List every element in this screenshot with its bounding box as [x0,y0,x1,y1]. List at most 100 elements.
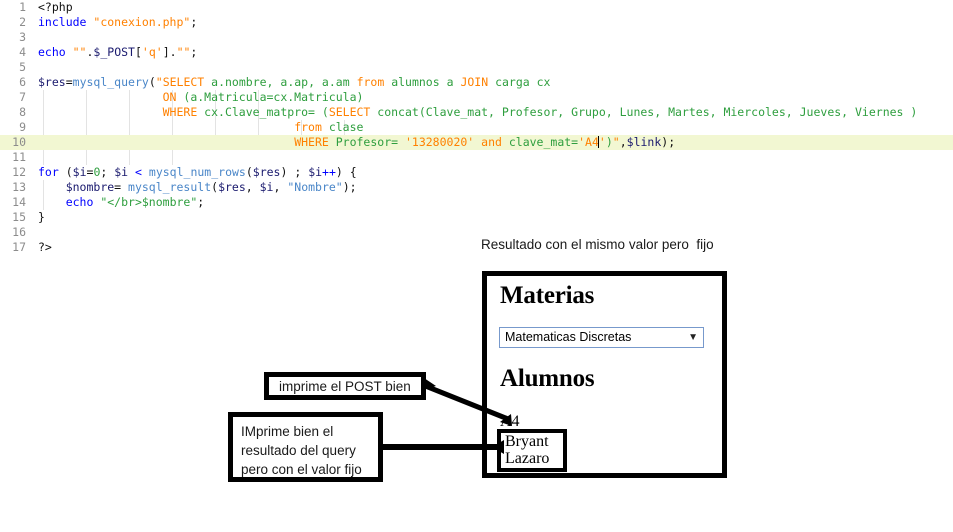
line-number: 1 [19,0,26,14]
line-number: 16 [12,225,26,239]
result-note-label: Resultado con el mismo valor pero fijo [481,237,714,252]
code-line[interactable]: 11 [0,150,953,165]
code-token: ; [100,165,115,179]
code-line[interactable]: 15} [0,210,953,225]
code-line[interactable]: 10 WHERE Profesor= '13280020' and clave_… [0,135,953,150]
code-text[interactable]: WHERE cx.Clave_matpro= (SELECT concat(Cl… [30,105,918,120]
line-number: 15 [12,210,26,224]
code-token: ( [245,165,253,179]
code-token: ) ; [280,165,309,179]
code-token: WHERE [162,105,198,119]
code-line[interactable]: 5 [0,60,953,75]
code-text[interactable]: from clase [30,120,363,135]
code-token: [ [134,45,142,59]
code-line[interactable]: 14 echo "</br>$nombre"; [0,195,953,210]
code-token: $res [218,180,246,194]
code-token: echo [65,195,101,209]
code-token: ( [148,75,156,89]
code-text[interactable]: for ($i=0; $i < mysql_num_rows($res) ; $… [30,165,357,180]
code-token: = [114,180,129,194]
code-text[interactable]: <?php [30,0,73,15]
code-token: "Nombre" [287,180,343,194]
heading-alumnos: Alumnos [500,365,595,392]
code-token: = [65,75,73,89]
code-token: ?> [38,240,52,254]
code-token: $nombre [65,180,115,194]
code-line[interactable]: 16 [0,225,953,240]
code-token: < [135,165,142,179]
code-text[interactable]: ?> [30,240,52,255]
code-line[interactable]: 17 ?> [0,240,953,255]
line-number: 14 [12,195,26,209]
code-line-list[interactable]: 1 <?php 2 include "conexion.php"; 3 4 echo "".… [0,0,953,255]
line-number: 10 [12,135,26,149]
code-text[interactable]: } [30,210,45,225]
materia-select-value: Matematicas Discretas [505,330,632,344]
code-line[interactable]: 3 [0,30,953,45]
code-text[interactable]: include "conexion.php"; [30,15,197,30]
code-token: 'q' [141,45,163,59]
code-token: echo [38,45,73,59]
code-token: $i [72,165,87,179]
code-token: '13280020' [404,135,475,149]
code-text[interactable]: ON (a.Matricula=cx.Matricula) [30,90,364,105]
code-line[interactable]: 8 WHERE cx.Clave_matpro= (SELECT concat(… [0,105,953,120]
code-token: concat(Clave_mat, Profesor, Grupo, Lunes… [370,105,918,119]
code-line[interactable]: 9 from clase [0,120,953,135]
code-token: cx.Clave_matpro= ( [197,105,329,119]
code-token: SELECT [328,105,371,119]
code-token: <?php [38,0,73,14]
code-token: ; [190,45,198,59]
code-token: "</br>$nombre" [100,195,198,209]
code-token: $link [626,135,662,149]
code-token: } [38,210,45,224]
code-token: ) [605,135,613,149]
code-text[interactable]: WHERE Profesor= '13280020' and clave_mat… [30,135,675,150]
code-line[interactable]: 1 <?php [0,0,953,15]
callout-query-line: resultado del query [241,443,356,458]
code-token: (a.Matricula=cx.Matricula) [176,90,364,104]
browser-output-panel: Materias Matematicas Discretas ▼ Alumnos… [482,271,727,478]
code-token: ON [162,90,177,104]
line-number: 9 [19,120,26,134]
line-number: 3 [19,30,26,44]
alumno-name: Bryant [505,433,549,450]
code-token: $i [308,165,323,179]
code-token: , [619,135,627,149]
code-token: $i [259,180,274,194]
code-text[interactable]: $nombre= mysql_result($res, $i, "Nombre"… [30,180,357,195]
code-line[interactable]: 13 $nombre= mysql_result($res, $i, "Nomb… [0,180,953,195]
code-token: . [169,45,177,59]
code-token: ) { [335,165,357,179]
materia-select[interactable]: Matematicas Discretas ▼ [499,327,704,348]
code-token: a.nombre, a.ap, a.am [204,75,357,89]
code-line[interactable]: 7 ON (a.Matricula=cx.Matricula) [0,90,953,105]
code-line[interactable]: 6 $res=mysql_query("SELECT a.nombre, a.ap… [0,75,953,90]
code-line[interactable]: 2 include "conexion.php"; [0,15,953,30]
code-token: " [155,75,163,89]
code-token: JOIN [460,75,489,89]
code-text[interactable]: echo "".$_POST['q'].""; [30,45,197,60]
code-text[interactable]: $res=mysql_query("SELECT a.nombre, a.ap,… [30,75,550,90]
code-editor[interactable]: 1 <?php 2 include "conexion.php"; 3 4 echo "".… [0,0,953,262]
code-token: "conexion.php" [93,15,191,29]
line-number: 2 [19,15,26,29]
code-token: alumnos a [384,75,461,89]
code-token: carga cx [488,75,551,89]
code-token: mysql_num_rows [148,165,246,179]
code-line[interactable]: 4 echo "".$_POST['q'].""; [0,45,953,60]
chevron-down-icon[interactable]: ▼ [688,328,698,347]
line-number: 4 [19,45,26,59]
code-text[interactable]: echo "</br>$nombre"; [30,195,205,210]
code-token: ; [190,15,198,29]
line-number: 7 [19,90,26,104]
code-token: SELECT [162,75,205,89]
code-line[interactable]: 12 for ($i=0; $i < mysql_num_rows($res) ;… [0,165,953,180]
callout-query: IMprime bien el resultado del query pero… [228,412,383,482]
code-token: ] [162,45,170,59]
